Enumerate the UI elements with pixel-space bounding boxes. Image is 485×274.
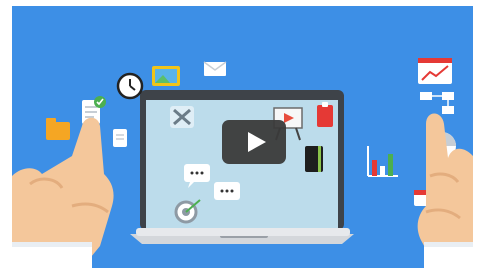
play-button[interactable] xyxy=(222,120,286,164)
video-thumbnail-frame xyxy=(0,0,485,274)
laptop-hinge xyxy=(136,228,350,236)
line-chart-icon xyxy=(418,58,452,84)
clock-icon xyxy=(116,72,144,100)
notebook-icon xyxy=(305,146,323,172)
illustration-canvas xyxy=(12,6,473,268)
photo-icon xyxy=(152,66,180,86)
tools-icon xyxy=(170,106,194,128)
illustration-stage xyxy=(12,6,473,268)
binder-icon xyxy=(317,102,333,127)
envelope-icon xyxy=(203,61,227,76)
page-icon xyxy=(113,129,127,147)
